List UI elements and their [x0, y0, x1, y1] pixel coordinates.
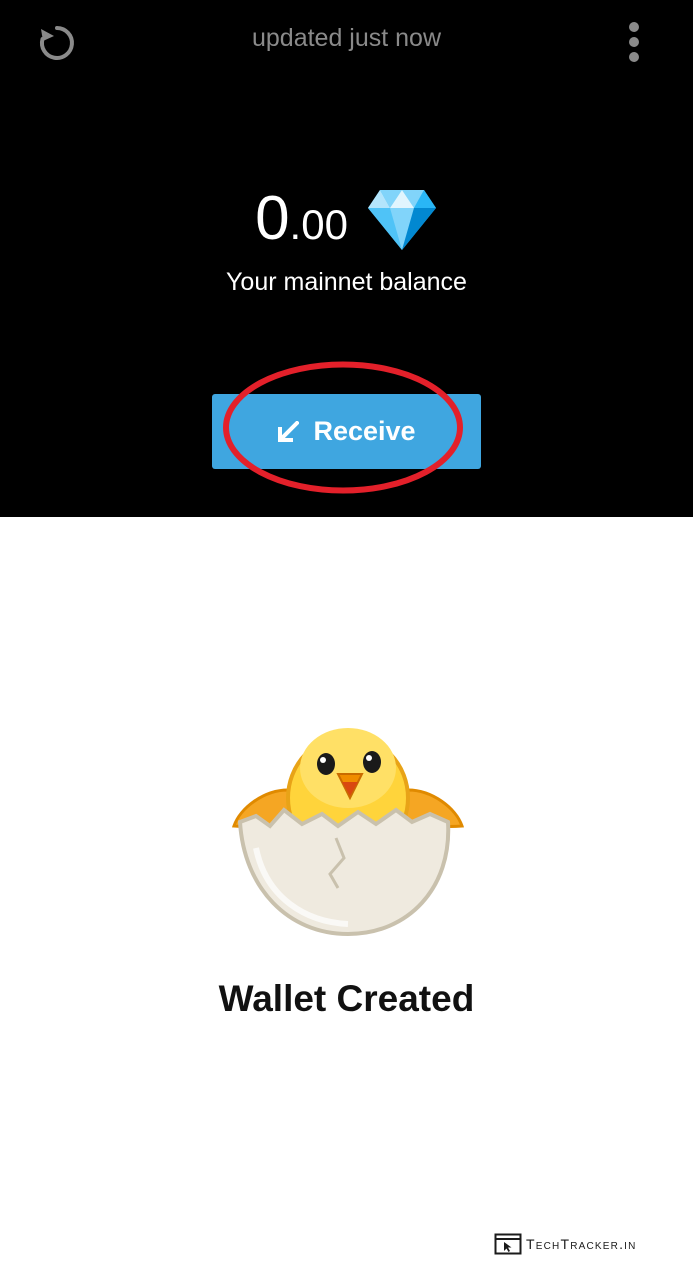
- balance-decimal: .00: [289, 201, 348, 248]
- update-status: updated just now: [251, 24, 442, 52]
- arrow-down-left-icon: [278, 420, 300, 442]
- wallet-created-title: Wallet Created: [218, 978, 475, 1019]
- hatching-chick-illustration: [231, 728, 465, 937]
- receive-button[interactable]: Receive: [212, 394, 481, 469]
- balance-label: Your mainnet balance: [226, 268, 467, 296]
- wallet-screen: updated just now 0 .00 Your mainnet bala…: [0, 0, 693, 1280]
- watermark-text: TechTracker.in: [526, 1236, 637, 1252]
- more-menu-button[interactable]: [612, 18, 656, 66]
- balance-header: updated just now 0 .00 Your mainnet bala…: [0, 0, 693, 517]
- diamond-icon: [367, 190, 436, 250]
- balance-integer: 0: [255, 184, 290, 253]
- refresh-icon: [39, 26, 74, 60]
- balance-amount: 0 .00: [0, 182, 693, 254]
- browser-cursor-icon: [494, 1233, 522, 1255]
- more-vertical-icon: [629, 22, 639, 62]
- watermark: TechTracker.in: [494, 1231, 637, 1257]
- receive-button-label: Receive: [313, 416, 416, 446]
- refresh-button[interactable]: [33, 19, 81, 67]
